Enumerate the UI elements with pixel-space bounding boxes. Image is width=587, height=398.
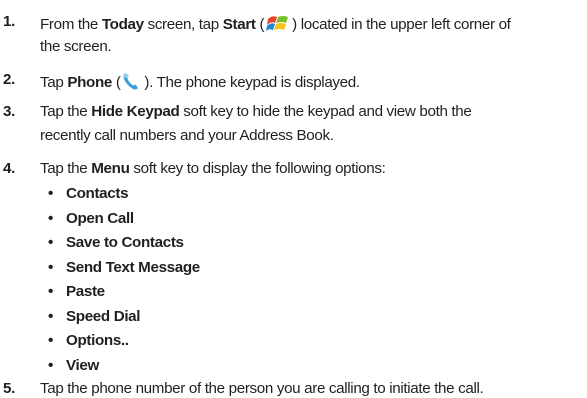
step-text: Tap Phone ( ). The phone keypad is displ…: [40, 71, 360, 95]
step-number: 2.: [3, 71, 15, 88]
step-text: From the Today screen, tap Start () loca…: [40, 13, 511, 37]
step-text-continued: recently call numbers and your Address B…: [40, 127, 334, 144]
step-text: Tap the Hide Keypad soft key to hide the…: [40, 103, 472, 120]
option-speed-dial: • Speed Dial: [48, 308, 141, 325]
step-text: Tap the phone number of the person you a…: [40, 380, 484, 397]
step-number: 5.: [3, 380, 15, 397]
option-options: • Options..: [48, 332, 129, 349]
instruction-page: 1. From the Today screen, tap Start () l…: [0, 0, 587, 398]
step-text: Tap the Menu soft key to display the fol…: [40, 160, 386, 177]
phone-label: Phone: [67, 74, 112, 91]
step-number: 1.: [3, 13, 15, 30]
hide-keypad-label: Hide Keypad: [91, 103, 180, 120]
start-label: Start: [222, 16, 256, 33]
menu-label: Menu: [91, 160, 130, 177]
windows-start-icon: [265, 13, 291, 37]
option-paste: • Paste: [48, 283, 105, 300]
step-number: 4.: [3, 160, 15, 177]
step-text-continued: the screen.: [40, 38, 112, 55]
today-screen-label: Today: [101, 16, 144, 33]
option-contacts: • Contacts: [48, 185, 129, 202]
phone-handset-icon: [122, 71, 140, 95]
step-number: 3.: [3, 103, 15, 120]
option-view: • View: [48, 357, 99, 374]
option-open-call: • Open Call: [48, 210, 134, 227]
option-save-to-contacts: • Save to Contacts: [48, 234, 184, 251]
option-send-text-message: • Send Text Message: [48, 259, 200, 276]
